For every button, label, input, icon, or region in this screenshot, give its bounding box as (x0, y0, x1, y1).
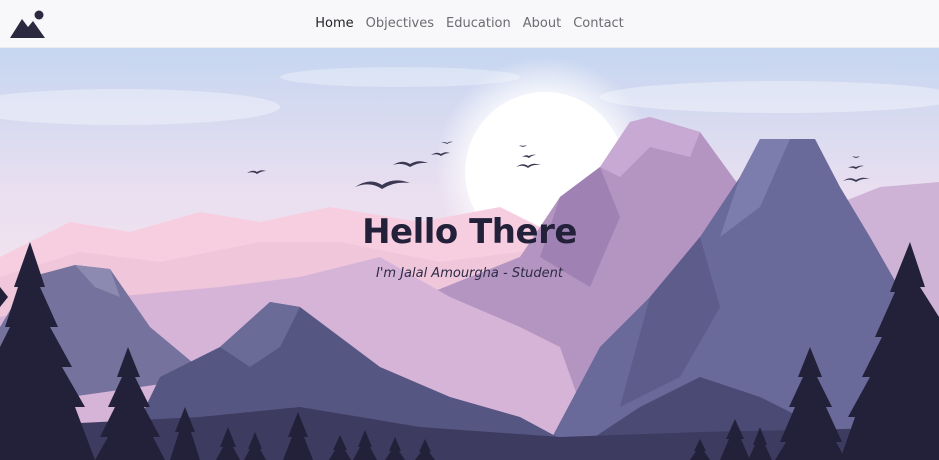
nav-link-objectives[interactable]: Objectives (360, 16, 440, 31)
nav-menu: Home Objectives Education About Contact (0, 0, 939, 47)
hero-title: Hello There (362, 212, 577, 252)
nav-link-contact[interactable]: Contact (567, 16, 630, 31)
nav-link-home[interactable]: Home (309, 16, 359, 31)
nav-link-about[interactable]: About (517, 16, 567, 31)
navbar: Home Objectives Education About Contact (0, 0, 939, 48)
nav-link-education[interactable]: Education (440, 16, 517, 31)
hero-subtitle: I'm Jalal Amourgha - Student (375, 266, 563, 281)
hero-text: Hello There I'm Jalal Amourgha - Student (0, 212, 939, 281)
hero-section: Hello There I'm Jalal Amourgha - Student (0, 47, 939, 460)
